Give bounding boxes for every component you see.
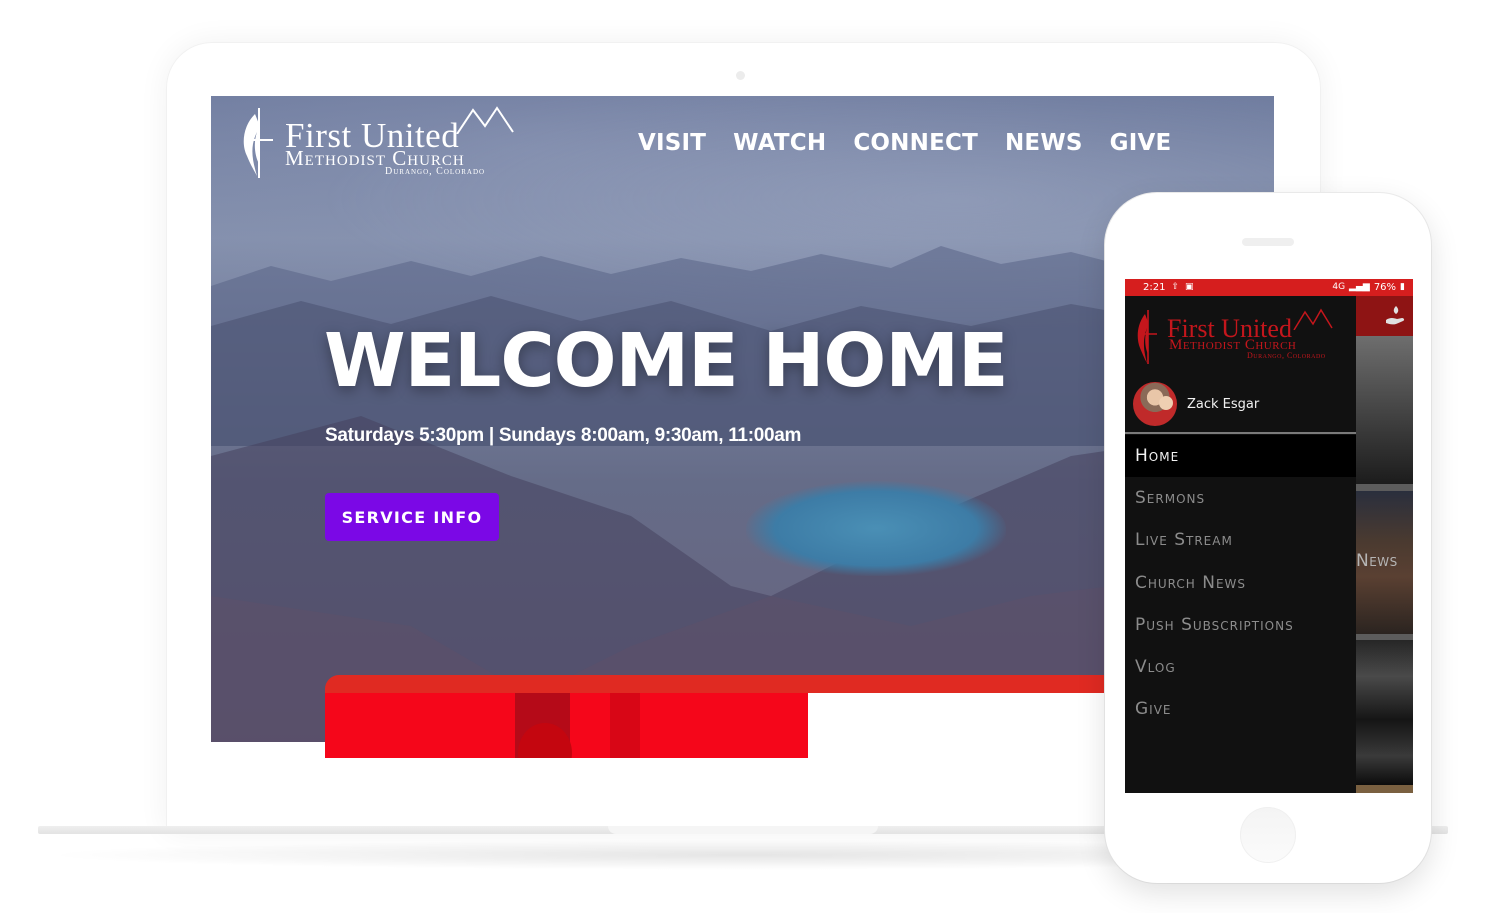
featured-image-card[interactable] xyxy=(325,693,808,758)
avatar xyxy=(1133,382,1177,426)
user-profile[interactable]: Zack Esgar xyxy=(1133,382,1259,426)
cross-flame-icon xyxy=(1137,310,1157,364)
status-time: 2:21 xyxy=(1143,282,1166,293)
user-name: Zack Esgar xyxy=(1187,396,1260,412)
nav-drawer: First United Methodist Church Durango, C… xyxy=(1125,296,1356,793)
drawer-item-give[interactable]: Give xyxy=(1125,688,1356,730)
service-info-button[interactable]: SERVICE INFO xyxy=(325,493,499,541)
app-content-behind-drawer: News xyxy=(1356,296,1413,793)
signal-icon: ▂▄▆ xyxy=(1349,282,1370,292)
status-bar: 2:21 ⇧ ▣ 4G ▂▄▆ 76% ▮ xyxy=(1125,279,1413,296)
app-tile[interactable] xyxy=(1356,336,1413,484)
nav-connect[interactable]: CONNECT xyxy=(853,130,978,156)
drawer-item-home[interactable]: Home xyxy=(1125,435,1356,478)
drawer-menu: Home Sermons Live Stream Church News Pus… xyxy=(1125,435,1356,730)
nav-watch[interactable]: WATCH xyxy=(733,130,826,156)
image-icon: ▣ xyxy=(1185,282,1194,292)
drawer-item-sermons[interactable]: Sermons xyxy=(1125,477,1356,519)
nav-give[interactable]: GIVE xyxy=(1110,130,1172,156)
hero-title: WELCOME HOME xyxy=(324,318,1009,404)
laptop-notch xyxy=(608,826,878,834)
cross-flame-icon xyxy=(243,108,273,178)
upload-icon: ⇧ xyxy=(1171,282,1180,292)
phone-speaker xyxy=(1242,238,1294,246)
hero-lake xyxy=(746,481,1006,576)
battery-icon: ▮ xyxy=(1400,282,1405,292)
drawer-item-push-subscriptions[interactable]: Push Subscriptions xyxy=(1125,604,1356,646)
app-tile-news[interactable]: News xyxy=(1356,491,1413,634)
mountain-peaks-icon xyxy=(456,106,514,134)
logo-line3: Durango, Colorado xyxy=(385,166,486,177)
featured-section-band xyxy=(325,675,1105,695)
laptop-camera xyxy=(736,71,745,80)
nav-visit[interactable]: VISIT xyxy=(638,130,706,156)
drawer-item-live-stream[interactable]: Live Stream xyxy=(1125,519,1356,561)
battery-level: 76% xyxy=(1373,282,1397,293)
giving-hand-icon[interactable] xyxy=(1384,304,1408,328)
tile-label: News xyxy=(1356,551,1398,571)
app-tile[interactable] xyxy=(1356,640,1413,785)
app-screen: 2:21 ⇧ ▣ 4G ▂▄▆ 76% ▮ News First United … xyxy=(1125,279,1413,793)
tile-divider xyxy=(1356,484,1413,491)
main-nav: VISIT WATCH CONNECT NEWS GIVE xyxy=(638,130,1171,156)
network-type: 4G xyxy=(1332,282,1346,292)
app-tile[interactable] xyxy=(1356,785,1413,793)
image-stripe xyxy=(610,693,640,758)
drawer-logo: First United Methodist Church Durango, C… xyxy=(1135,308,1345,368)
drawer-logo-line3: Durango, Colorado xyxy=(1247,351,1326,360)
drawer-divider xyxy=(1125,432,1356,434)
nav-news[interactable]: NEWS xyxy=(1005,130,1083,156)
mountain-peaks-icon xyxy=(1293,308,1333,330)
drawer-item-church-news[interactable]: Church News xyxy=(1125,562,1356,604)
phone-home-button[interactable] xyxy=(1240,807,1296,863)
drawer-item-vlog[interactable]: Vlog xyxy=(1125,646,1356,688)
content-area xyxy=(808,693,1105,758)
site-logo[interactable]: First United Methodist Church Durango, C… xyxy=(239,104,514,179)
service-times: Saturdays 5:30pm | Sundays 8:00am, 9:30a… xyxy=(325,425,802,446)
